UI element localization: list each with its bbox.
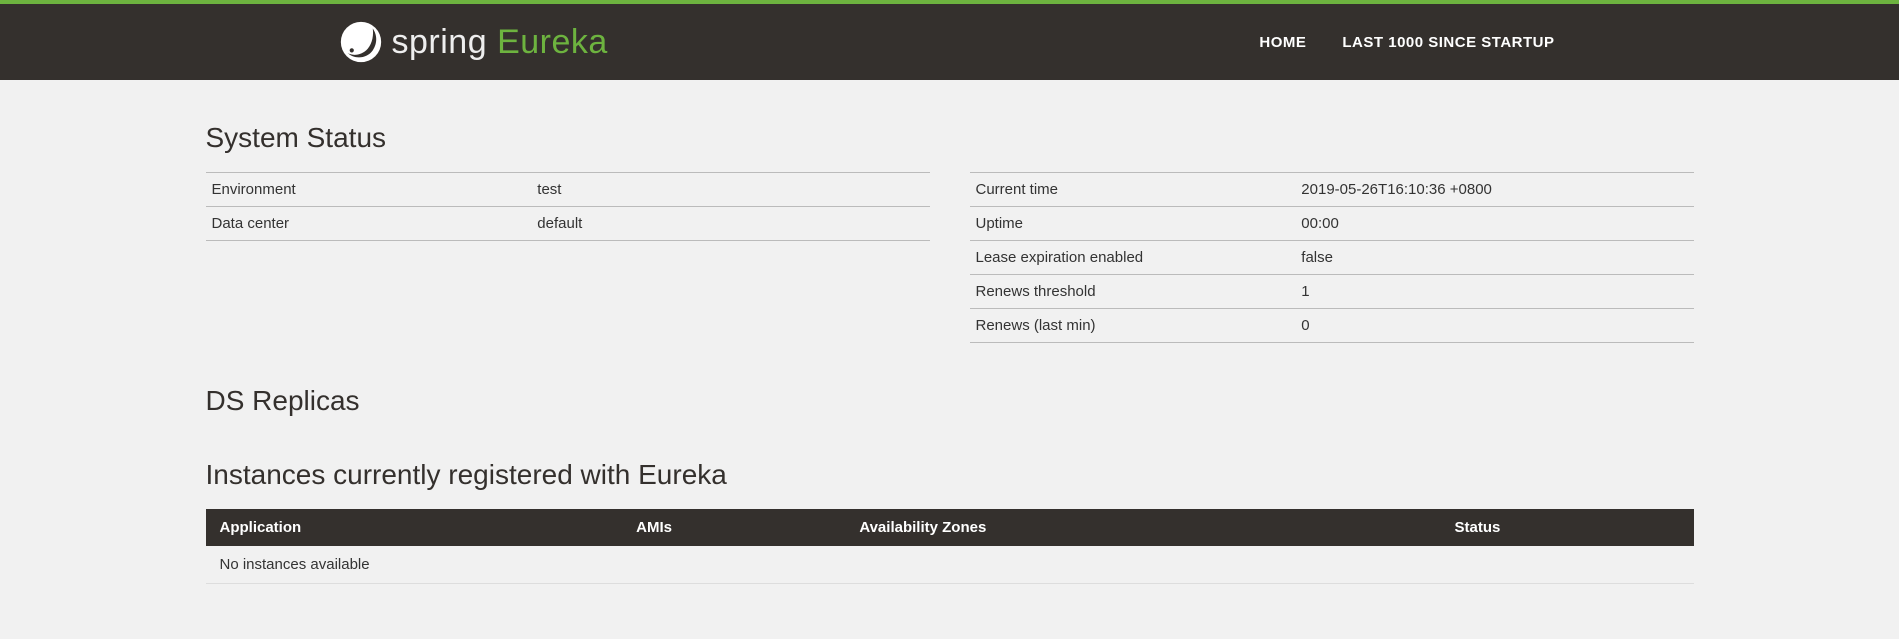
current-time-row: Current time 2019-05-26T16:10:36 +0800	[970, 173, 1694, 207]
renews-lastmin-row: Renews (last min) 0	[970, 309, 1694, 343]
lease-value: false	[1295, 241, 1693, 275]
brand-text: spring Eureka	[392, 23, 608, 62]
col-amis: AMIs	[622, 509, 845, 546]
brand-spring-text: spring	[392, 23, 488, 61]
col-zones: Availability Zones	[845, 509, 1440, 546]
renews-lastmin-value: 0	[1295, 309, 1693, 343]
system-status-heading: System Status	[206, 122, 1694, 154]
environment-value: test	[531, 173, 929, 207]
instances-heading: Instances currently registered with Eure…	[206, 459, 1694, 491]
uptime-value: 00:00	[1295, 207, 1693, 241]
nav-last1000-link[interactable]: LAST 1000 SINCE STARTUP	[1342, 34, 1554, 51]
nav-links: HOME LAST 1000 SINCE STARTUP	[1259, 34, 1554, 51]
status-grid: Environment test Data center default Cur…	[206, 172, 1694, 343]
navbar: spring Eureka HOME LAST 1000 SINCE START…	[0, 4, 1899, 80]
renews-threshold-value: 1	[1295, 275, 1693, 309]
main-container: System Status Environment test Data cent…	[190, 122, 1710, 584]
datacenter-value: default	[531, 207, 929, 241]
instances-table: Application AMIs Availability Zones Stat…	[206, 509, 1694, 584]
navbar-inner: spring Eureka HOME LAST 1000 SINCE START…	[200, 21, 1700, 63]
instances-header-row: Application AMIs Availability Zones Stat…	[206, 509, 1694, 546]
spring-logo-icon	[340, 21, 382, 63]
brand[interactable]: spring Eureka	[340, 21, 608, 63]
status-left-col: Environment test Data center default	[206, 172, 930, 343]
lease-row: Lease expiration enabled false	[970, 241, 1694, 275]
datacenter-label: Data center	[206, 207, 532, 241]
status-right-table: Current time 2019-05-26T16:10:36 +0800 U…	[970, 172, 1694, 343]
renews-lastmin-label: Renews (last min)	[970, 309, 1296, 343]
environment-label: Environment	[206, 173, 532, 207]
uptime-label: Uptime	[970, 207, 1296, 241]
status-left-table: Environment test Data center default	[206, 172, 930, 241]
nav-home-link[interactable]: HOME	[1259, 34, 1306, 51]
environment-row: Environment test	[206, 173, 930, 207]
renews-threshold-label: Renews threshold	[970, 275, 1296, 309]
instances-empty-message: No instances available	[206, 546, 1694, 584]
renews-threshold-row: Renews threshold 1	[970, 275, 1694, 309]
datacenter-row: Data center default	[206, 207, 930, 241]
ds-replicas-heading: DS Replicas	[206, 385, 1694, 417]
brand-eureka-text: Eureka	[497, 23, 608, 61]
status-right-col: Current time 2019-05-26T16:10:36 +0800 U…	[970, 172, 1694, 343]
current-time-value: 2019-05-26T16:10:36 +0800	[1295, 173, 1693, 207]
instances-empty-row: No instances available	[206, 546, 1694, 584]
current-time-label: Current time	[970, 173, 1296, 207]
col-status: Status	[1441, 509, 1694, 546]
uptime-row: Uptime 00:00	[970, 207, 1694, 241]
lease-label: Lease expiration enabled	[970, 241, 1296, 275]
col-application: Application	[206, 509, 623, 546]
